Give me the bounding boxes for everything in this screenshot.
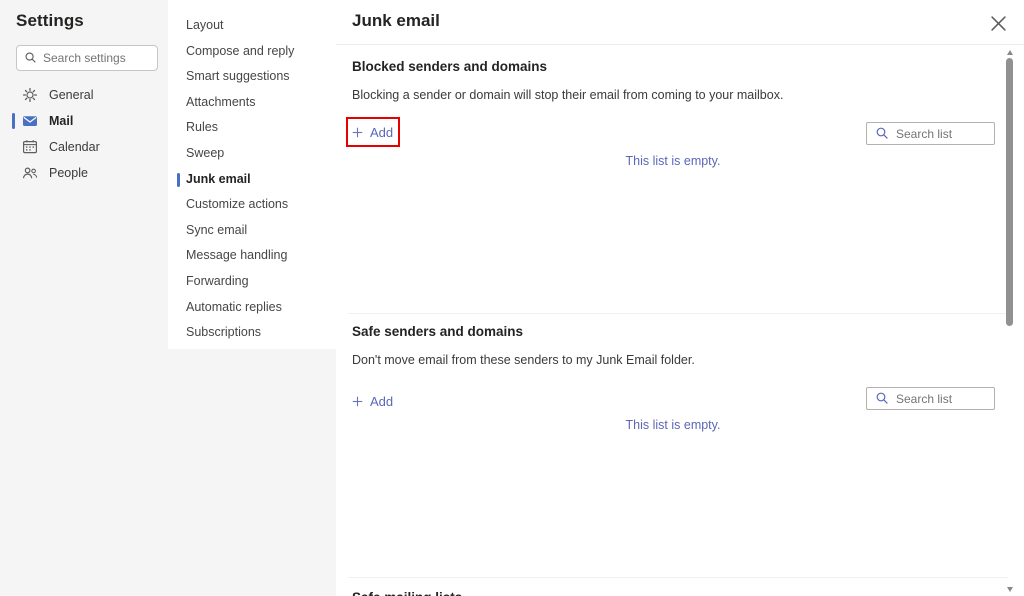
nav-item-forwarding[interactable]: Forwarding xyxy=(168,269,336,295)
sidebar-categories: General Mail xyxy=(0,82,168,186)
nav-item-automatic-replies[interactable]: Automatic replies xyxy=(168,295,336,321)
safe-list-search xyxy=(866,387,995,410)
close-icon xyxy=(991,16,1006,31)
sidebar-item-mail[interactable]: Mail xyxy=(0,108,168,134)
header-divider xyxy=(336,44,1024,45)
plus-icon xyxy=(352,396,363,407)
nav-item-attachments[interactable]: Attachments xyxy=(168,90,336,116)
nav-item-sync-email[interactable]: Sync email xyxy=(168,218,336,244)
page-title: Junk email xyxy=(352,11,440,31)
settings-search xyxy=(16,45,158,71)
settings-title: Settings xyxy=(16,11,84,31)
nav-item-message-handling[interactable]: Message handling xyxy=(168,243,336,269)
nav-item-junk-email[interactable]: Junk email xyxy=(168,167,336,193)
nav-item-layout[interactable]: Layout xyxy=(168,13,336,39)
scrollbar-up-arrow[interactable] xyxy=(1007,50,1013,55)
junk-email-panel: Junk email Blocked senders and domains B… xyxy=(336,0,1024,596)
mail-settings-nav-list: Layout Compose and reply Smart suggestio… xyxy=(168,0,336,346)
nav-item-compose-and-reply[interactable]: Compose and reply xyxy=(168,39,336,65)
blocked-list-empty-text: This list is empty. xyxy=(352,154,994,168)
safe-senders-description: Don't move email from these senders to m… xyxy=(352,353,695,367)
sidebar-item-general[interactable]: General xyxy=(0,82,168,108)
nav-item-rules[interactable]: Rules xyxy=(168,115,336,141)
people-icon xyxy=(22,165,38,181)
mail-settings-nav-card: Layout Compose and reply Smart suggestio… xyxy=(168,0,336,349)
search-icon xyxy=(875,391,889,405)
search-icon xyxy=(24,51,37,64)
sidebar-item-calendar[interactable]: Calendar xyxy=(0,134,168,160)
section-divider xyxy=(348,313,1008,314)
scrollbar-thumb[interactable] xyxy=(1006,58,1013,326)
safe-mailing-lists-heading-clipped: Safe mailing lists xyxy=(352,590,462,596)
add-button-label: Add xyxy=(370,125,393,140)
safe-list-empty-text: This list is empty. xyxy=(352,418,994,432)
blocked-list-search xyxy=(866,122,995,145)
add-blocked-sender-button[interactable]: Add xyxy=(352,122,393,142)
selection-indicator xyxy=(12,113,15,129)
nav-item-customize-actions[interactable]: Customize actions xyxy=(168,192,336,218)
mail-settings-nav: Layout Compose and reply Smart suggestio… xyxy=(168,0,336,596)
calendar-icon xyxy=(22,139,38,155)
plus-icon xyxy=(352,127,363,138)
safe-senders-heading: Safe senders and domains xyxy=(352,324,523,339)
add-button-label: Add xyxy=(370,394,393,409)
blocked-senders-heading: Blocked senders and domains xyxy=(352,59,547,74)
sidebar-item-label: Calendar xyxy=(49,140,100,154)
sidebar-item-label: Mail xyxy=(49,114,73,128)
nav-item-sweep[interactable]: Sweep xyxy=(168,141,336,167)
nav-item-label: Junk email xyxy=(186,172,251,186)
settings-window: Settings General xyxy=(0,0,1024,596)
close-button[interactable] xyxy=(986,11,1010,35)
nav-item-subscriptions[interactable]: Subscriptions xyxy=(168,320,336,346)
scrollbar-down-arrow[interactable] xyxy=(1007,587,1013,592)
section-divider xyxy=(348,577,1008,578)
settings-sidebar: Settings General xyxy=(0,0,168,596)
selection-indicator xyxy=(177,173,180,187)
sidebar-item-people[interactable]: People xyxy=(0,160,168,186)
settings-search-input[interactable] xyxy=(16,45,158,71)
mail-icon xyxy=(22,113,38,129)
nav-item-smart-suggestions[interactable]: Smart suggestions xyxy=(168,64,336,90)
sidebar-item-label: People xyxy=(49,166,88,180)
gear-icon xyxy=(22,87,38,103)
blocked-senders-description: Blocking a sender or domain will stop th… xyxy=(352,88,783,102)
search-icon xyxy=(875,126,889,140)
add-safe-sender-button[interactable]: Add xyxy=(352,391,393,411)
sidebar-item-label: General xyxy=(49,88,93,102)
